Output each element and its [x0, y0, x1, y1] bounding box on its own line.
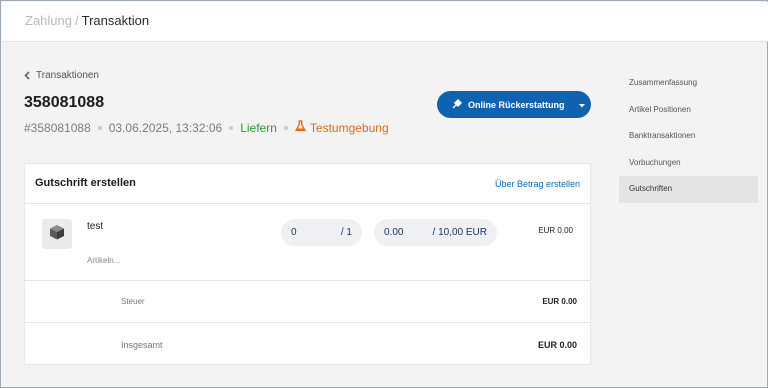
separator-dot — [229, 125, 234, 130]
refund-button-label: Online Rückerstattung — [468, 99, 565, 110]
back-link[interactable]: Transaktionen — [24, 70, 99, 81]
tax-label: Steuer — [121, 297, 145, 306]
nav-item-vorbuchungen[interactable]: Vorbuchungen — [619, 150, 758, 177]
card-title: Gutschrift erstellen — [35, 177, 136, 189]
credit-note-card: Gutschrift erstellen Über Betrag erstell… — [24, 163, 591, 365]
breadcrumb-parent[interactable]: Zahlung — [25, 13, 72, 28]
transaction-date: 03.06.2025, 13:32:06 — [108, 120, 223, 135]
box-icon — [48, 223, 66, 246]
transaction-meta: #358081088 03.06.2025, 13:32:06 Liefern … — [24, 120, 389, 135]
back-link-label: Transaktionen — [36, 70, 99, 81]
chevron-left-icon — [24, 71, 30, 80]
total-label: Insgesamt — [121, 340, 163, 350]
total-value: EUR 0.00 — [537, 340, 577, 350]
nav-item-gutschriften[interactable]: Gutschriften — [619, 176, 758, 203]
amount-input[interactable]: 0.00 / 10,00 EUR — [374, 219, 497, 246]
line-total: EUR 0.00 — [538, 226, 573, 235]
total-row: Insgesamt EUR 0.00 — [25, 323, 590, 365]
create-by-amount-link[interactable]: Über Betrag erstellen — [495, 179, 580, 189]
tax-row: Steuer EUR 0.00 — [25, 281, 590, 323]
status-badge: Liefern — [240, 120, 277, 135]
breadcrumb: Zahlung / Transaktion — [25, 13, 149, 29]
refund-main-action[interactable]: Online Rückerstattung — [437, 91, 573, 118]
nav-item-zusammenfassung[interactable]: Zusammenfassung — [619, 70, 758, 97]
transaction-ref: #358081088 — [24, 120, 91, 135]
refund-icon — [452, 98, 462, 111]
item-subtitle: Artikeln... — [87, 256, 121, 265]
line-item-row: test Artikeln... 0 / 1 0.00 / 10,00 EUR … — [25, 204, 590, 281]
quantity-value[interactable]: 0 — [291, 227, 297, 238]
environment-badge: Testumgebung — [294, 120, 389, 135]
tax-value: EUR 0.00 — [542, 297, 577, 306]
breadcrumb-current: Transaktion — [81, 13, 150, 28]
amount-max: / 10,00 EUR — [432, 227, 487, 238]
nav-item-banktransaktionen[interactable]: Banktransaktionen — [619, 123, 758, 150]
quantity-max: / 1 — [340, 227, 352, 238]
separator-dot — [283, 125, 288, 130]
page-title: 358081088 — [24, 94, 105, 111]
caret-down-icon — [579, 100, 585, 110]
section-nav: Zusammenfassung Artikel Positionen Bankt… — [619, 70, 758, 203]
online-refund-button[interactable]: Online Rückerstattung — [437, 91, 591, 118]
card-header: Gutschrift erstellen Über Betrag erstell… — [25, 164, 590, 204]
flask-icon — [294, 120, 306, 135]
nav-item-artikel-positionen[interactable]: Artikel Positionen — [619, 97, 758, 124]
top-bar: Zahlung / Transaktion — [2, 2, 768, 42]
breadcrumb-separator: / — [74, 13, 79, 28]
amount-value[interactable]: 0.00 — [384, 227, 403, 238]
environment-label: Testumgebung — [309, 120, 389, 135]
refund-dropdown-toggle[interactable] — [573, 91, 591, 118]
separator-dot — [97, 125, 102, 130]
item-name: test — [87, 221, 104, 232]
app-window: Zahlung / Transaktion Transaktionen 358081… — [0, 0, 768, 388]
product-thumbnail — [42, 219, 72, 249]
quantity-input[interactable]: 0 / 1 — [281, 219, 362, 246]
